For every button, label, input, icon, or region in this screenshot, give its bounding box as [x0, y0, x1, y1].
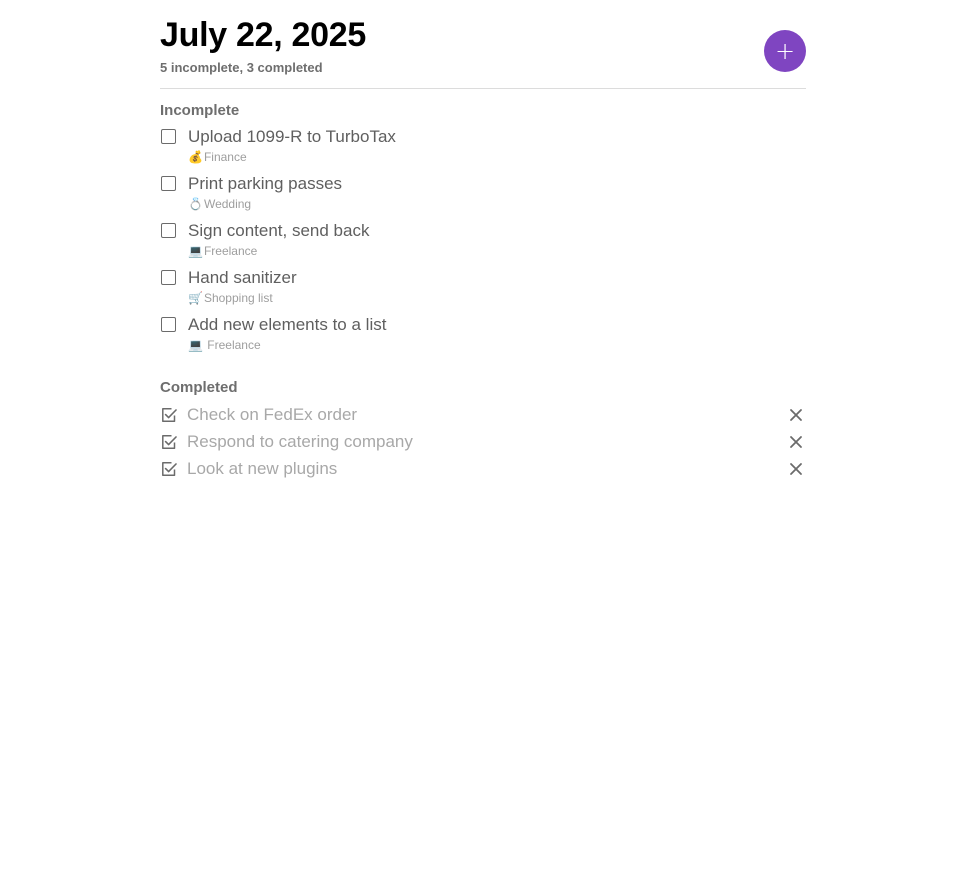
page-title: July 22, 2025	[160, 16, 366, 54]
laptop-icon: 💻	[188, 338, 203, 352]
checkbox-empty-icon[interactable]	[161, 317, 176, 332]
checkbox-empty-icon[interactable]	[161, 176, 176, 191]
close-icon[interactable]	[789, 435, 803, 449]
task-title: Look at new plugins	[187, 459, 338, 478]
task-tag: 💍Wedding	[188, 196, 251, 212]
checkbox-empty-icon[interactable]	[161, 270, 176, 285]
task-item: Add new elements to a list 💻 Freelance	[160, 315, 806, 363]
add-task-button[interactable]: +	[764, 30, 806, 72]
task-title: Hand sanitizer	[188, 268, 297, 287]
task-item: Sign content, send back 💻Freelance	[160, 221, 806, 269]
money-bag-icon: 💰	[188, 150, 203, 164]
task-item: Hand sanitizer 🛒Shopping list	[160, 268, 806, 316]
task-title: Respond to catering company	[187, 432, 413, 451]
day-header: July 22, 2025 5 incomplete, 3 completed …	[160, 0, 806, 89]
completed-section-title: Completed	[160, 379, 238, 396]
incomplete-task-list: Upload 1099-R to TurboTax 💰Finance Print…	[160, 127, 806, 363]
completed-task-item: Look at new plugins	[160, 459, 806, 486]
task-summary: 5 incomplete, 3 completed	[160, 60, 323, 75]
plus-icon: +	[774, 37, 796, 65]
task-tag-label: Shopping list	[203, 291, 273, 305]
shopping-cart-icon: 🛒	[188, 291, 203, 305]
task-title: Print parking passes	[188, 174, 343, 193]
task-tag-label: Wedding	[203, 197, 252, 211]
task-tag-label: Finance	[203, 150, 247, 164]
task-tag-label: Freelance	[203, 244, 258, 258]
task-item: Print parking passes 💍Wedding	[160, 174, 806, 222]
task-title: Sign content, send back	[188, 221, 370, 240]
todo-page: July 22, 2025 5 incomplete, 3 completed …	[160, 0, 806, 486]
task-tag: 🛒Shopping list	[188, 290, 273, 306]
checkbox-checked-icon[interactable]	[161, 407, 177, 423]
task-tag: 💻 Freelance	[188, 337, 261, 353]
checkbox-empty-icon[interactable]	[161, 223, 176, 238]
task-title: Upload 1099-R to TurboTax	[188, 127, 396, 146]
completed-task-item: Respond to catering company	[160, 432, 806, 459]
close-icon[interactable]	[789, 408, 803, 422]
close-icon[interactable]	[789, 462, 803, 476]
laptop-icon: 💻	[188, 244, 203, 258]
ring-icon: 💍	[188, 197, 203, 211]
completed-task-list: Check on FedEx order Respond to catering…	[160, 405, 806, 486]
checkbox-checked-icon[interactable]	[161, 461, 177, 477]
task-tag-label: Freelance	[203, 338, 261, 352]
task-tag: 💰Finance	[188, 149, 247, 165]
completed-task-item: Check on FedEx order	[160, 405, 806, 432]
checkbox-empty-icon[interactable]	[161, 129, 176, 144]
task-title: Check on FedEx order	[187, 405, 358, 424]
task-item: Upload 1099-R to TurboTax 💰Finance	[160, 127, 806, 175]
incomplete-section-title: Incomplete	[160, 102, 240, 119]
task-title: Add new elements to a list	[188, 315, 387, 334]
task-tag: 💻Freelance	[188, 243, 257, 259]
checkbox-checked-icon[interactable]	[161, 434, 177, 450]
